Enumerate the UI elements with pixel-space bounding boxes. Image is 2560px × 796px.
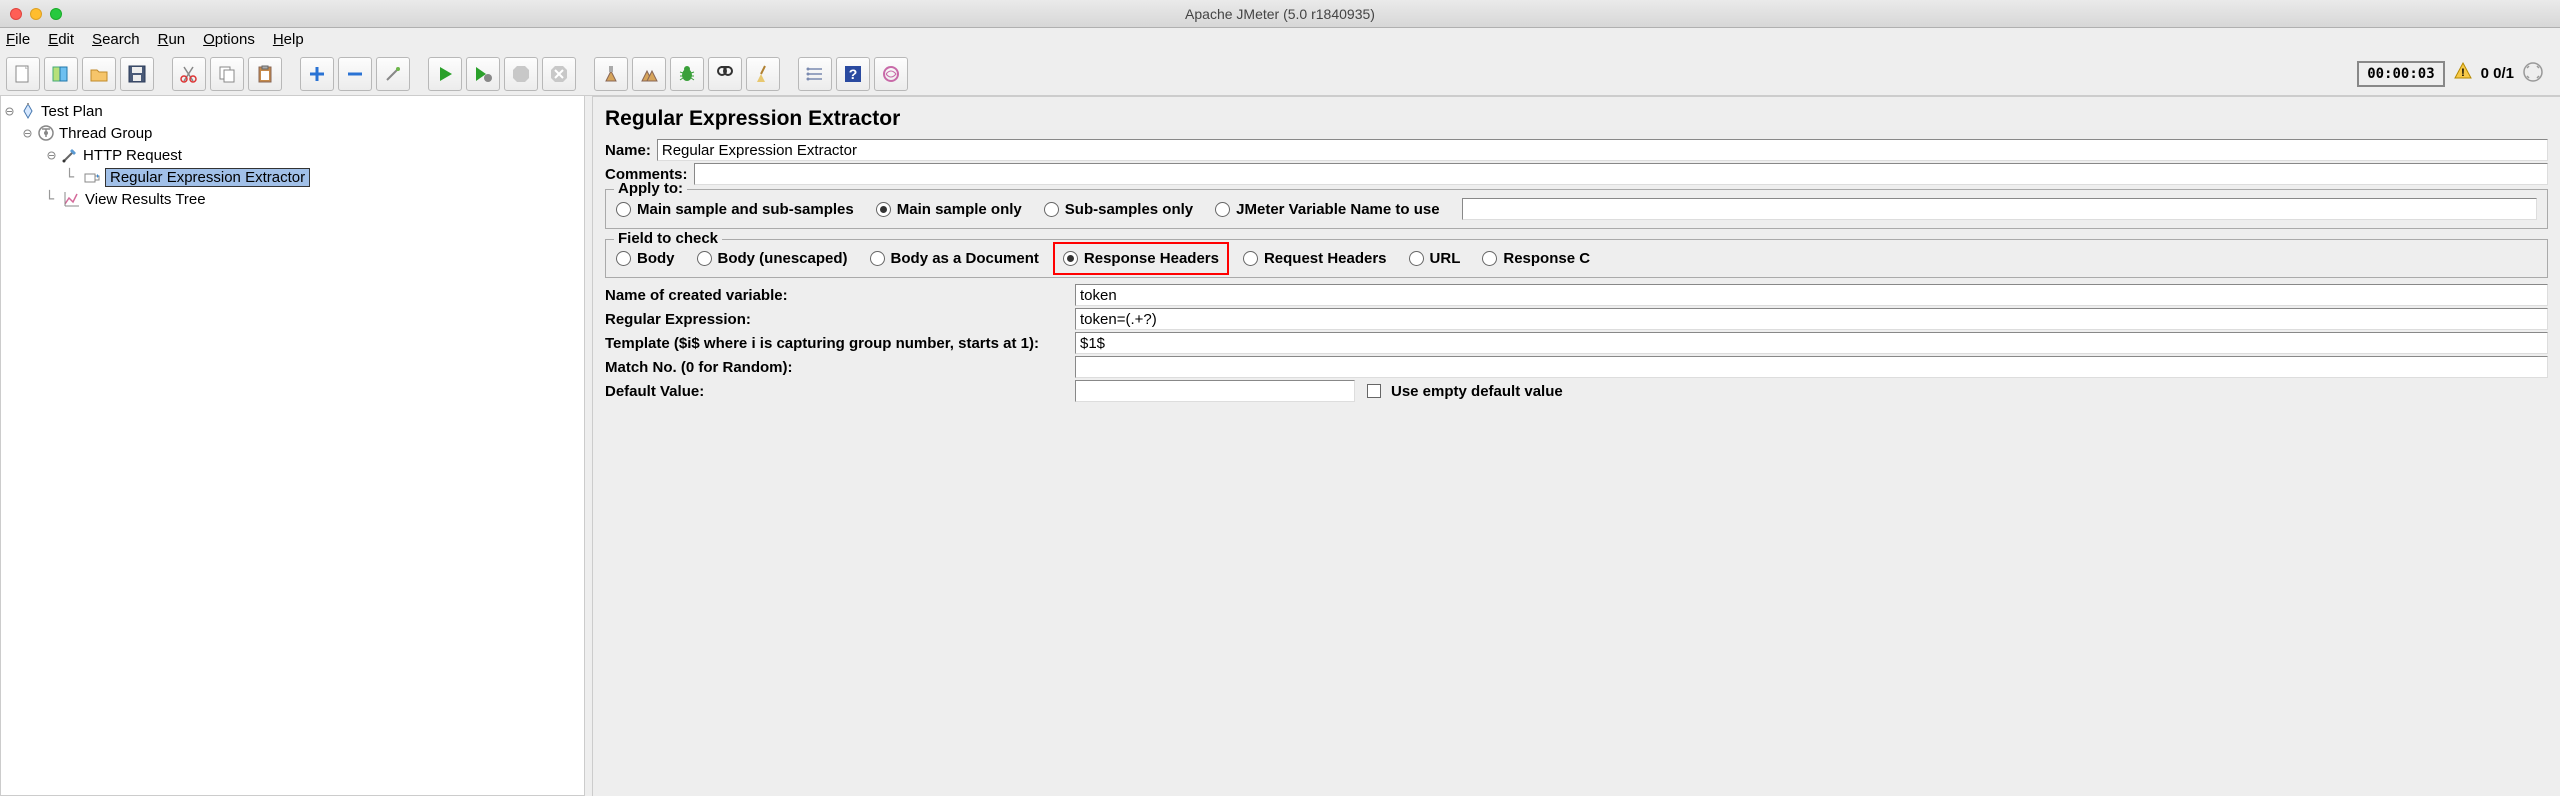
listener-icon xyxy=(63,190,81,208)
threadgroup-icon xyxy=(37,124,55,142)
radio-main-sub[interactable]: Main sample and sub-samples xyxy=(616,201,854,218)
sampler-icon xyxy=(61,146,79,164)
clear-all-button[interactable] xyxy=(632,57,666,91)
function-helper-button[interactable] xyxy=(874,57,908,91)
thread-count: 0 0/1 xyxy=(2481,65,2514,82)
stop-button[interactable] xyxy=(504,57,538,91)
regex-input[interactable] xyxy=(1075,308,2548,330)
radio-jmeter-var[interactable]: JMeter Variable Name to use xyxy=(1215,201,1439,218)
radio-url[interactable]: URL xyxy=(1409,250,1461,267)
svg-text:?: ? xyxy=(849,66,858,82)
var-input[interactable] xyxy=(1075,284,2548,306)
postprocessor-icon xyxy=(83,168,101,186)
name-label: Name: xyxy=(605,142,651,159)
tree-node-regex[interactable]: └ Regular Expression Extractor xyxy=(3,166,582,188)
radio-request-headers[interactable]: Request Headers xyxy=(1243,250,1387,267)
template-input[interactable] xyxy=(1075,332,2548,354)
templates-button[interactable] xyxy=(44,57,78,91)
menu-help[interactable]: Help xyxy=(273,31,304,48)
open-button[interactable] xyxy=(82,57,116,91)
name-input[interactable] xyxy=(657,139,2548,161)
menu-file[interactable]: File xyxy=(6,31,30,48)
tree-label: Test Plan xyxy=(41,103,103,120)
tree-toggle-icon[interactable] xyxy=(3,105,15,117)
paste-button[interactable] xyxy=(248,57,282,91)
search-button[interactable] xyxy=(708,57,742,91)
tree-toggle-icon[interactable] xyxy=(21,127,33,139)
tree-label: HTTP Request xyxy=(83,147,182,164)
wand-button[interactable] xyxy=(376,57,410,91)
new-button[interactable] xyxy=(6,57,40,91)
warning-icon[interactable]: ! xyxy=(2453,61,2473,87)
tree-panel[interactable]: Test Plan Thread Group HTTP Request └ Re… xyxy=(0,96,585,796)
svg-text:!: ! xyxy=(2461,67,2465,79)
radio-body-document[interactable]: Body as a Document xyxy=(870,250,1039,267)
radio-body[interactable]: Body xyxy=(616,250,675,267)
shutdown-button[interactable] xyxy=(542,57,576,91)
default-input[interactable] xyxy=(1075,380,1355,402)
menu-search[interactable]: Search xyxy=(92,31,140,48)
field-check-legend: Field to check xyxy=(614,230,722,247)
menu-edit[interactable]: Edit xyxy=(48,31,74,48)
tree-node-httprequest[interactable]: HTTP Request xyxy=(3,144,582,166)
regex-label: Regular Expression: xyxy=(605,311,1075,328)
save-button[interactable] xyxy=(120,57,154,91)
bug-button[interactable] xyxy=(670,57,704,91)
tree-toggle-icon[interactable] xyxy=(45,149,57,161)
apply-to-fieldset: Apply to: Main sample and sub-samples Ma… xyxy=(605,189,2548,229)
radio-response-code[interactable]: Response C xyxy=(1482,250,1590,267)
broom-button[interactable] xyxy=(746,57,780,91)
add-button[interactable] xyxy=(300,57,334,91)
tree-node-threadgroup[interactable]: Thread Group xyxy=(3,122,582,144)
start-noTimers-button[interactable] xyxy=(466,57,500,91)
remove-button[interactable] xyxy=(338,57,372,91)
tree-label-selected: Regular Expression Extractor xyxy=(105,168,310,187)
menu-options[interactable]: Options xyxy=(203,31,255,48)
list-button[interactable] xyxy=(798,57,832,91)
tree-node-testplan[interactable]: Test Plan xyxy=(3,100,582,122)
elapsed-timer: 00:00:03 xyxy=(2357,61,2444,87)
apply-to-legend: Apply to: xyxy=(614,180,687,197)
cut-button[interactable] xyxy=(172,57,206,91)
radio-sub-only[interactable]: Sub-samples only xyxy=(1044,201,1193,218)
panel-title: Regular Expression Extractor xyxy=(605,107,2548,131)
testplan-icon xyxy=(19,102,37,120)
copy-button[interactable] xyxy=(210,57,244,91)
jmeter-var-input[interactable] xyxy=(1462,198,2537,220)
clear-button[interactable] xyxy=(594,57,628,91)
field-check-fieldset: Field to check Body Body (unescaped) Bod… xyxy=(605,239,2548,278)
titlebar: Apache JMeter (5.0 r1840935) xyxy=(0,0,2560,28)
tree-node-viewresults[interactable]: └ View Results Tree xyxy=(3,188,582,210)
highlighted-region: Response Headers xyxy=(1053,242,1229,275)
var-label: Name of created variable: xyxy=(605,287,1075,304)
toolbar: ? 00:00:03 ! 0 0/1 xyxy=(0,52,2560,96)
radio-main-only[interactable]: Main sample only xyxy=(876,201,1022,218)
match-input[interactable] xyxy=(1075,356,2548,378)
menu-bar: File Edit Search Run Options Help xyxy=(0,28,2560,52)
menu-run[interactable]: Run xyxy=(158,31,186,48)
start-button[interactable] xyxy=(428,57,462,91)
expand-icon[interactable] xyxy=(2522,61,2544,87)
empty-default-checkbox[interactable]: Use empty default value xyxy=(1367,383,1563,400)
splitter[interactable] xyxy=(585,96,593,796)
match-label: Match No. (0 for Random): xyxy=(605,359,1075,376)
tree-label: View Results Tree xyxy=(85,191,206,208)
default-label: Default Value: xyxy=(605,383,1075,400)
radio-body-unescaped[interactable]: Body (unescaped) xyxy=(697,250,848,267)
window-title: Apache JMeter (5.0 r1840935) xyxy=(0,6,2560,22)
tree-label: Thread Group xyxy=(59,125,152,142)
template-label: Template ($i$ where i is capturing group… xyxy=(605,335,1075,352)
content-panel: Regular Expression Extractor Name: Comme… xyxy=(593,96,2560,796)
help-button[interactable]: ? xyxy=(836,57,870,91)
comments-input[interactable] xyxy=(694,163,2548,185)
radio-response-headers[interactable]: Response Headers xyxy=(1063,250,1219,267)
